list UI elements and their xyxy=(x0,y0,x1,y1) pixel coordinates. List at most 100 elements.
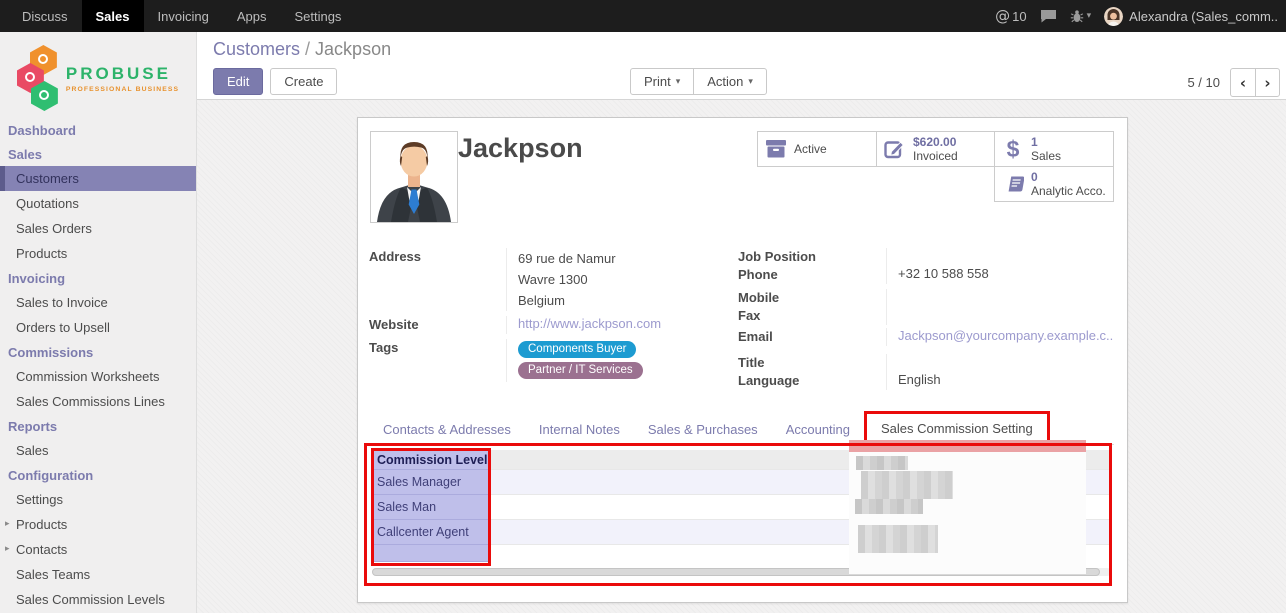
email-field-label: Email xyxy=(738,328,886,346)
print-label: Print xyxy=(644,74,671,89)
mentions-counter[interactable]: @ 10 xyxy=(995,7,1026,25)
menu-settings[interactable]: Settings xyxy=(280,0,355,32)
sidebar-section-reports[interactable]: Reports xyxy=(0,414,196,438)
redacted-content xyxy=(861,471,953,499)
pager-counter: 5 / 10 xyxy=(1187,75,1220,90)
sales-label: Sales xyxy=(1031,149,1061,163)
address-street[interactable]: 69 rue de Namur xyxy=(518,248,731,269)
tab-contacts-addresses[interactable]: Contacts & Addresses xyxy=(369,415,525,444)
email-link[interactable]: Jackpson@yourcompany.example.c.. xyxy=(898,328,1113,343)
edit-button[interactable]: Edit xyxy=(213,68,263,95)
sidebar-section-configuration[interactable]: Configuration xyxy=(0,463,196,487)
pager-previous-button[interactable]: ‹ xyxy=(1231,69,1255,96)
app-menu: Discuss Sales Invoicing Apps Settings xyxy=(8,0,355,32)
sidebar-item-orders-to-upsell[interactable]: Orders to Upsell xyxy=(0,315,196,340)
sidebar-item-sales-report[interactable]: Sales xyxy=(0,438,196,463)
sidebar-item-label: Products xyxy=(16,517,67,532)
messages-button[interactable] xyxy=(1040,9,1057,23)
analytic-count: 0 xyxy=(1031,170,1106,184)
phone-value[interactable]: +32 10 588 558 xyxy=(886,266,1114,284)
main-area: Customers/Jackpson Edit Create Print ▾ A… xyxy=(197,32,1286,613)
invoiced-stat-button[interactable]: $620.00 Invoiced xyxy=(876,131,995,167)
tag-components-buyer[interactable]: Components Buyer xyxy=(518,341,636,358)
redacted-content xyxy=(855,499,923,514)
tab-sales-purchases[interactable]: Sales & Purchases xyxy=(634,415,772,444)
chevron-down-icon: ▾ xyxy=(748,77,753,87)
sidebar-section-commissions[interactable]: Commissions xyxy=(0,340,196,364)
commission-level-cell[interactable]: Sales Manager xyxy=(372,470,490,495)
probuse-logo: PROBUSE PROFESSIONAL BUSINESS xyxy=(0,32,196,118)
stat-buttons: Active $620.00 Invoiced $ xyxy=(757,132,1114,202)
sidebar-item-customers[interactable]: Customers xyxy=(0,166,196,191)
language-value[interactable]: English xyxy=(886,372,1114,390)
sidebar-section-sales[interactable]: Sales xyxy=(0,142,196,166)
title-value[interactable] xyxy=(886,354,1114,372)
sidebar-item-quotations[interactable]: Quotations xyxy=(0,191,196,216)
breadcrumb-separator: / xyxy=(305,39,310,59)
sidebar-item-sales-commissions-lines[interactable]: Sales Commissions Lines xyxy=(0,389,196,414)
user-menu[interactable]: Alexandra (Sales_comm.. xyxy=(1104,7,1278,26)
sidebar-item-sales-orders[interactable]: Sales Orders xyxy=(0,216,196,241)
job-position-value[interactable] xyxy=(886,248,1114,266)
menu-sales[interactable]: Sales xyxy=(82,0,144,32)
logo-title: PROBUSE xyxy=(66,64,179,84)
mobile-value[interactable] xyxy=(886,289,1114,307)
title-field-label: Title xyxy=(738,354,886,372)
print-dropdown-button[interactable]: Print ▾ xyxy=(630,68,694,95)
sidebar-item-settings[interactable]: Settings xyxy=(0,487,196,512)
sidebar-item-label: Contacts xyxy=(16,542,67,557)
job-position-field-label: Job Position xyxy=(738,248,886,266)
sidebar-section-invoicing[interactable]: Invoicing xyxy=(0,266,196,290)
contact-photo[interactable] xyxy=(370,131,458,223)
action-dropdown-button[interactable]: Action ▾ xyxy=(693,68,767,95)
tags-field-label: Tags xyxy=(369,339,506,382)
mobile-field-label: Mobile xyxy=(738,289,886,307)
expand-arrow-icon[interactable]: ▸ xyxy=(5,519,10,529)
form-view-background: Jackpson Active xyxy=(197,100,1286,613)
user-avatar xyxy=(1104,7,1123,26)
analytic-label: Analytic Acco... xyxy=(1031,184,1106,198)
sidebar-item-config-products[interactable]: ▸ Products xyxy=(0,512,196,537)
sidebar-item-products[interactable]: Products xyxy=(0,241,196,266)
sidebar-item-sales-to-invoice[interactable]: Sales to Invoice xyxy=(0,290,196,315)
tag-partner-it-services[interactable]: Partner / IT Services xyxy=(518,362,643,379)
commission-level-column-header[interactable]: Commission Level xyxy=(372,450,490,470)
invoiced-label: Invoiced xyxy=(913,149,958,163)
expand-arrow-icon[interactable]: ▸ xyxy=(5,544,10,554)
sidebar-item-sales-teams[interactable]: Sales Teams xyxy=(0,562,196,587)
fax-value[interactable] xyxy=(886,307,1114,325)
menu-discuss[interactable]: Discuss xyxy=(8,0,82,32)
commission-level-cell[interactable]: Sales Man xyxy=(372,495,490,520)
tab-internal-notes[interactable]: Internal Notes xyxy=(525,415,634,444)
sidebar-item-config-contacts[interactable]: ▸ Contacts xyxy=(0,537,196,562)
redacted-highlight-band xyxy=(849,440,1086,452)
menu-apps[interactable]: Apps xyxy=(223,0,281,32)
address-field-label: Address xyxy=(369,248,506,311)
tab-sales-commission-setting[interactable]: Sales Commission Setting xyxy=(867,414,1047,443)
address-city[interactable]: Wavre 1300 xyxy=(518,269,731,290)
book-icon xyxy=(1002,175,1024,194)
archive-box-icon xyxy=(765,139,787,159)
businessman-avatar-icon xyxy=(371,132,457,222)
address-country[interactable]: Belgium xyxy=(518,290,731,311)
dollar-icon: $ xyxy=(1007,136,1020,163)
active-stat-button[interactable]: Active xyxy=(757,131,877,167)
chevron-down-icon: ▾ xyxy=(676,77,681,87)
sidebar-item-commission-worksheets[interactable]: Commission Worksheets xyxy=(0,364,196,389)
menu-invoicing[interactable]: Invoicing xyxy=(144,0,223,32)
redacted-content xyxy=(858,525,938,553)
sales-stat-button[interactable]: $ 1 Sales xyxy=(994,131,1114,167)
debug-menu-button[interactable]: ▾ xyxy=(1070,9,1092,23)
bug-icon xyxy=(1070,9,1084,23)
website-link[interactable]: http://www.jackpson.com xyxy=(518,316,661,331)
sidebar-item-sales-commission-levels[interactable]: Sales Commission Levels xyxy=(0,587,196,612)
website-field-label: Website xyxy=(369,316,506,334)
chevron-down-icon: ▾ xyxy=(1087,11,1092,21)
analytic-accounts-stat-button[interactable]: 0 Analytic Acco... xyxy=(994,166,1114,202)
redacted-content xyxy=(856,456,908,470)
commission-level-cell[interactable]: Callcenter Agent xyxy=(372,520,490,545)
sidebar-section-dashboard[interactable]: Dashboard xyxy=(0,118,196,142)
breadcrumb-customers-link[interactable]: Customers xyxy=(213,39,300,59)
pager-next-button[interactable]: › xyxy=(1255,69,1279,96)
create-button[interactable]: Create xyxy=(270,68,337,95)
